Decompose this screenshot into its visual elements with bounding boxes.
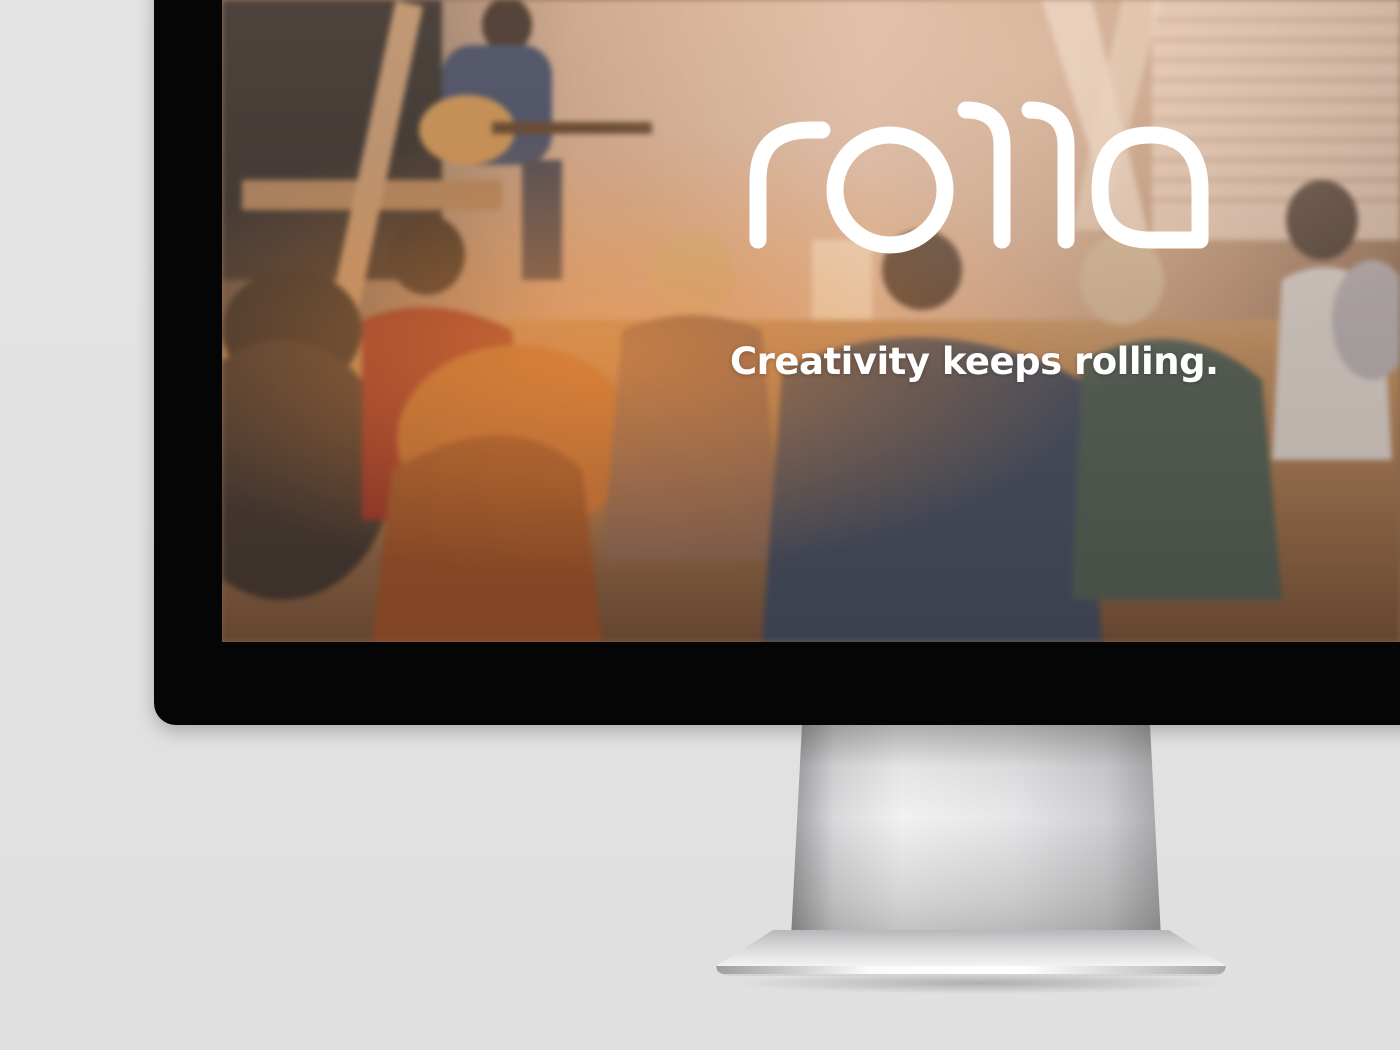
monitor-base-edge	[716, 966, 1226, 974]
hero-tagline: Creativity keeps rolling.	[730, 340, 1219, 383]
monitor-screen: Creativity keeps rolling.	[222, 0, 1400, 642]
monitor-stand-neck-shading	[790, 725, 1162, 957]
desktop-mockup-scene: Creativity keeps rolling.	[0, 0, 1400, 1050]
rolla-logo-wordmark	[749, 101, 1209, 254]
rolla-logo-icon[interactable]	[730, 70, 1250, 270]
